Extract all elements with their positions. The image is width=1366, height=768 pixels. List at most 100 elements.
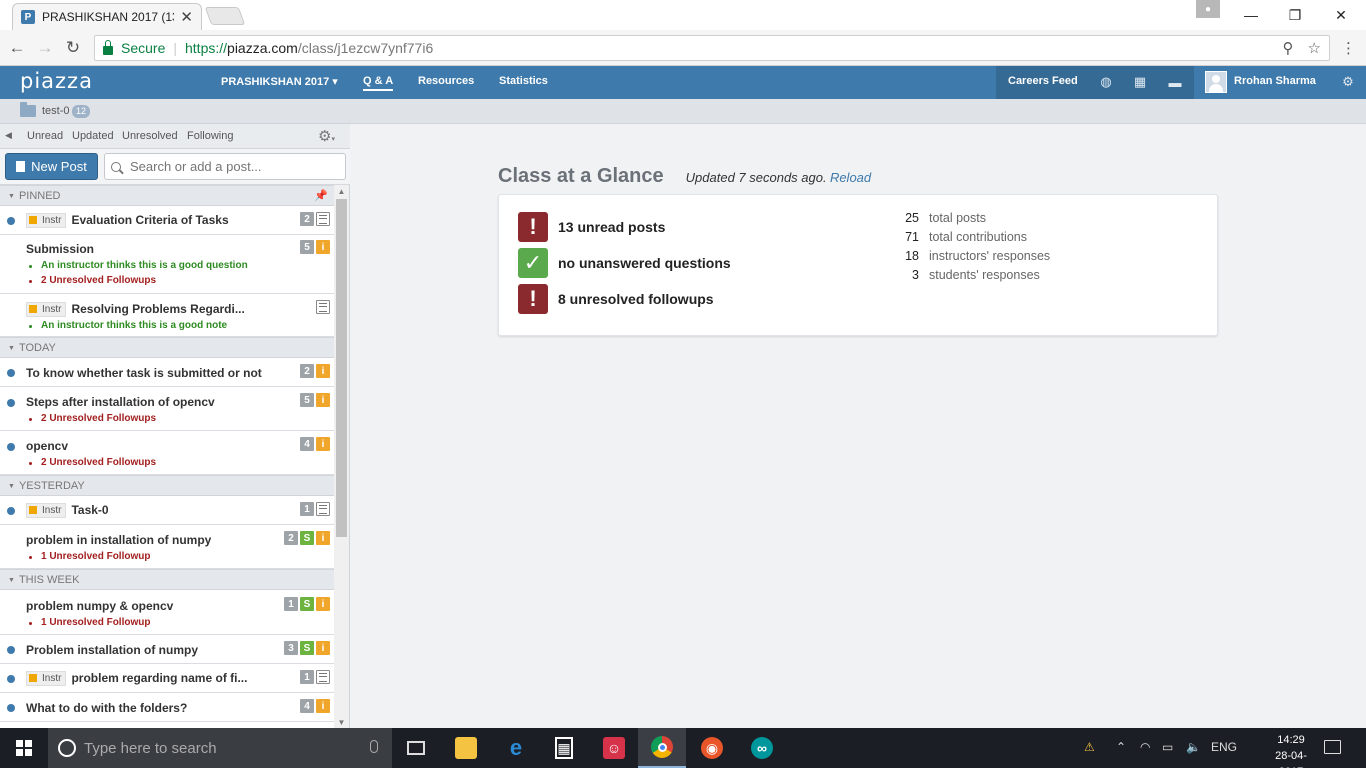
task-view-icon[interactable] bbox=[392, 728, 440, 768]
feed-scrollbar[interactable]: ▲ ▼ bbox=[334, 185, 349, 728]
count-badge: 2 bbox=[284, 531, 298, 545]
search-box[interactable] bbox=[104, 153, 346, 180]
list-item[interactable]: problem in installation of numpy 1 Unres… bbox=[0, 525, 334, 569]
stat-text: no unanswered questions bbox=[558, 255, 731, 271]
search-input[interactable] bbox=[130, 159, 340, 174]
careers-feed-link[interactable]: Careers Feed bbox=[1008, 75, 1078, 87]
browser-tab[interactable]: P PRASHIKSHAN 2017 (13 ✕ bbox=[12, 3, 202, 30]
collapse-feed-icon[interactable]: ◀ bbox=[5, 130, 12, 141]
arduino-icon[interactable]: ∞ bbox=[738, 728, 786, 768]
nav-statistics[interactable]: Statistics bbox=[499, 75, 548, 87]
reload-link[interactable]: Reload bbox=[830, 170, 871, 185]
list-item[interactable]: To know whether task is submitted or not… bbox=[0, 358, 334, 387]
tab-title: PRASHIKSHAN 2017 (13 bbox=[42, 10, 175, 24]
class-dropdown[interactable]: PRASHIKSHAN 2017 ▾ bbox=[221, 75, 338, 88]
tab-close-icon[interactable]: ✕ bbox=[180, 8, 193, 26]
group-header-today[interactable]: ▼ TODAY bbox=[0, 337, 334, 358]
list-item[interactable]: Submission An instructor thinks this is … bbox=[0, 235, 334, 294]
volume-icon[interactable]: 🔈 bbox=[1186, 740, 1201, 754]
note-icon bbox=[316, 502, 330, 516]
chrome-icon[interactable] bbox=[638, 728, 686, 768]
language-indicator[interactable]: ENG bbox=[1211, 740, 1237, 754]
minimize-button[interactable]: — bbox=[1228, 0, 1274, 30]
unread-dot bbox=[7, 399, 15, 407]
list-item[interactable]: opencv 2 Unresolved Followups 4i bbox=[0, 431, 334, 475]
app-red-icon[interactable]: ☺ bbox=[590, 728, 638, 768]
restore-button[interactable]: ❐ bbox=[1272, 0, 1318, 30]
updated-text: Updated 7 seconds ago. bbox=[685, 170, 827, 185]
group-header-pinned[interactable]: ▼ PINNED 📌 bbox=[0, 185, 334, 206]
browser-menu-icon[interactable]: ⋮ bbox=[1341, 39, 1356, 57]
back-arrow-icon[interactable]: ← bbox=[6, 37, 28, 59]
file-explorer-icon[interactable] bbox=[442, 728, 490, 768]
battery-icon[interactable]: ▭ bbox=[1162, 740, 1173, 754]
list-item[interactable]: Instr Resolving Problems Regardi... An in… bbox=[0, 294, 334, 337]
action-center-icon[interactable] bbox=[1324, 740, 1341, 754]
app-orange-icon[interactable]: ◉ bbox=[688, 728, 736, 768]
wifi-icon[interactable]: ◠ bbox=[1140, 740, 1150, 754]
filter-unresolved[interactable]: Unresolved bbox=[122, 130, 178, 142]
scroll-up-arrow-icon[interactable]: ▲ bbox=[334, 185, 349, 197]
nav-qa[interactable]: Q & A bbox=[363, 75, 394, 91]
group-header-yesterday[interactable]: ▼ YESTERDAY bbox=[0, 475, 334, 496]
piazza-logo[interactable]: piazza bbox=[20, 69, 93, 93]
warning-icon[interactable]: ⚠ bbox=[1084, 740, 1095, 754]
unread-dot bbox=[7, 704, 15, 712]
clock[interactable]: 14:29 28-04-2017 bbox=[1264, 732, 1318, 768]
instructor-tag: Instr bbox=[26, 213, 67, 228]
new-tab-button[interactable] bbox=[204, 7, 246, 25]
nav-resources[interactable]: Resources bbox=[418, 75, 474, 87]
folder-name[interactable]: test-0 bbox=[42, 105, 70, 117]
list-item[interactable]: Instr Task-0 1 bbox=[0, 496, 334, 525]
filter-updated[interactable]: Updated bbox=[72, 130, 114, 142]
post-title: To know whether task is submitted or not bbox=[26, 366, 262, 380]
edge-icon[interactable]: e bbox=[492, 728, 540, 768]
clock-time: 14:29 bbox=[1277, 734, 1305, 746]
instructor-tag: Instr bbox=[26, 302, 67, 317]
windows-taskbar: Type here to search e ▦ ☺ ◉ ∞ ⚠ ⌃ ◠ ▭ 🔈 … bbox=[0, 728, 1366, 768]
list-item[interactable]: problem numpy & opencv 1 Unresolved Foll… bbox=[0, 590, 334, 635]
scroll-thumb[interactable] bbox=[336, 199, 347, 537]
stat-unanswered[interactable]: ✓ no unanswered questions bbox=[518, 248, 731, 278]
unread-dot bbox=[7, 443, 15, 451]
list-item[interactable]: Instr problem regarding name of fi... 1 bbox=[0, 664, 334, 693]
filter-following[interactable]: Following bbox=[187, 130, 233, 142]
scroll-down-arrow-icon[interactable]: ▼ bbox=[334, 716, 349, 728]
list-item[interactable]: What to do with the folders? 4i bbox=[0, 693, 334, 722]
tray-expand-icon[interactable]: ⌃ bbox=[1116, 740, 1126, 754]
instructor-tag: Instr bbox=[26, 503, 67, 518]
count-badge: 1 bbox=[284, 597, 298, 611]
good-note-note: An instructor thinks this is a good note bbox=[28, 320, 228, 331]
folder-icon[interactable] bbox=[20, 102, 36, 117]
bookmark-star-icon[interactable]: ☆ bbox=[1308, 39, 1321, 57]
start-button[interactable] bbox=[0, 728, 48, 768]
pin-extension-icon[interactable]: ⚲ bbox=[1283, 39, 1294, 57]
address-bar[interactable]: Secure | https://piazza.com/class/j1ezcw… bbox=[94, 35, 1330, 61]
stat-followups[interactable]: ! 8 unresolved followups bbox=[518, 284, 714, 314]
chat-icon[interactable]: ▬ bbox=[1167, 74, 1183, 90]
group-label: PINNED bbox=[18, 190, 61, 202]
user-menu[interactable]: Rrohan Sharma ⚙ bbox=[1194, 66, 1366, 99]
feed-settings-gear-icon[interactable]: ⚙▾ bbox=[318, 127, 335, 145]
forward-arrow-icon[interactable]: → bbox=[34, 37, 56, 59]
stat-unread[interactable]: ! 13 unread posts bbox=[518, 212, 665, 242]
unresolved-followups: 1 Unresolved Followup bbox=[28, 617, 151, 628]
microphone-icon[interactable] bbox=[370, 740, 378, 753]
profile-icon[interactable]: ● bbox=[1196, 0, 1220, 18]
filter-unread[interactable]: Unread bbox=[27, 130, 63, 142]
total-row: 25 total posts bbox=[905, 211, 986, 225]
new-post-button[interactable]: New Post bbox=[5, 153, 98, 180]
note-icon bbox=[316, 670, 330, 684]
globe-icon[interactable]: ◍ bbox=[1098, 74, 1114, 90]
close-window-button[interactable]: ✕ bbox=[1318, 0, 1364, 30]
group-header-this-week[interactable]: ▼ THIS WEEK bbox=[0, 569, 334, 590]
taskbar-search[interactable]: Type here to search bbox=[48, 728, 392, 768]
list-item[interactable]: Steps after installation of opencv 2 Unr… bbox=[0, 387, 334, 431]
reload-icon[interactable]: ↻ bbox=[62, 37, 84, 59]
calendar-icon[interactable]: ▦ bbox=[1132, 74, 1148, 90]
new-post-label: New Post bbox=[31, 159, 87, 174]
list-item[interactable]: Problem installation of numpy 3Si bbox=[0, 635, 334, 664]
list-item[interactable]: Instr Evaluation Criteria of Tasks 2 bbox=[0, 206, 334, 235]
settings-gear-icon[interactable]: ⚙ bbox=[1340, 74, 1356, 90]
store-icon[interactable]: ▦ bbox=[540, 728, 588, 768]
